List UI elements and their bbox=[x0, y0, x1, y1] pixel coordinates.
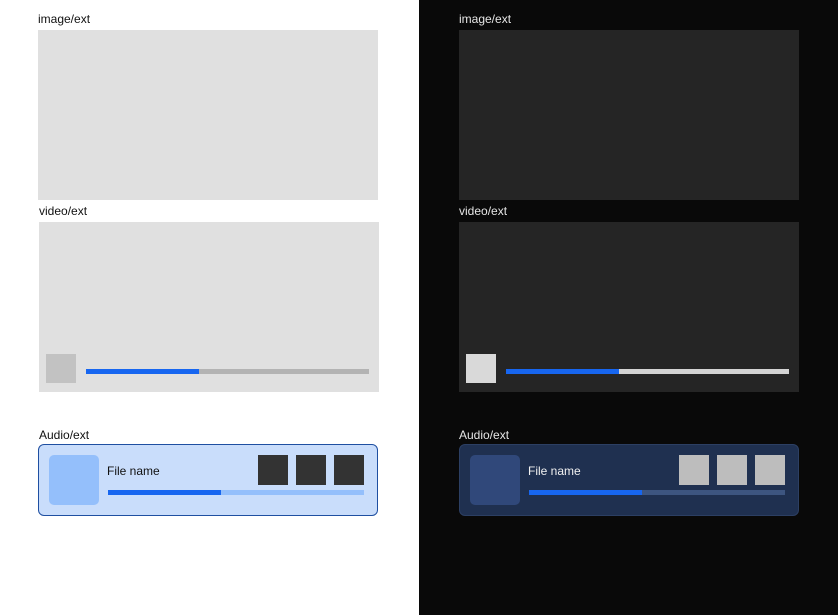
video-progress-bar[interactable] bbox=[86, 369, 369, 374]
video-label: video/ext bbox=[459, 204, 508, 218]
audio-control-button-1[interactable] bbox=[679, 455, 709, 485]
audio-control-button-3[interactable] bbox=[334, 455, 364, 485]
video-player[interactable] bbox=[459, 222, 799, 392]
audio-progress-bar[interactable] bbox=[108, 490, 364, 495]
audio-progress-fill bbox=[108, 490, 221, 495]
audio-control-button-2[interactable] bbox=[717, 455, 747, 485]
audio-label: Audio/ext bbox=[39, 428, 90, 442]
audio-player[interactable]: File name bbox=[38, 444, 378, 516]
play-button[interactable] bbox=[46, 354, 76, 383]
audio-control-button-1[interactable] bbox=[258, 455, 288, 485]
audio-control-button-2[interactable] bbox=[296, 455, 326, 485]
audio-file-name: File name bbox=[528, 464, 581, 478]
audio-progress-fill bbox=[529, 490, 642, 495]
video-label: video/ext bbox=[39, 204, 88, 218]
audio-file-name: File name bbox=[107, 464, 160, 478]
video-progress-fill bbox=[506, 369, 620, 374]
play-button[interactable] bbox=[466, 354, 496, 383]
image-label: image/ext bbox=[38, 12, 91, 26]
audio-label: Audio/ext bbox=[459, 428, 510, 442]
video-progress-fill bbox=[86, 369, 200, 374]
audio-thumbnail bbox=[470, 455, 520, 505]
page: image/ext video/ext Audio/ext File name … bbox=[0, 0, 838, 615]
audio-player[interactable]: File name bbox=[459, 444, 799, 516]
image-placeholder bbox=[459, 30, 799, 200]
video-player[interactable] bbox=[39, 222, 379, 392]
audio-thumbnail bbox=[49, 455, 99, 505]
light-theme-panel: image/ext video/ext Audio/ext File name bbox=[0, 0, 419, 615]
audio-progress-bar[interactable] bbox=[529, 490, 785, 495]
audio-control-button-3[interactable] bbox=[755, 455, 785, 485]
image-placeholder bbox=[38, 30, 378, 200]
video-progress-bar[interactable] bbox=[506, 369, 789, 374]
image-label: image/ext bbox=[459, 12, 512, 26]
dark-theme-panel: image/ext video/ext Audio/ext File name bbox=[419, 0, 838, 615]
